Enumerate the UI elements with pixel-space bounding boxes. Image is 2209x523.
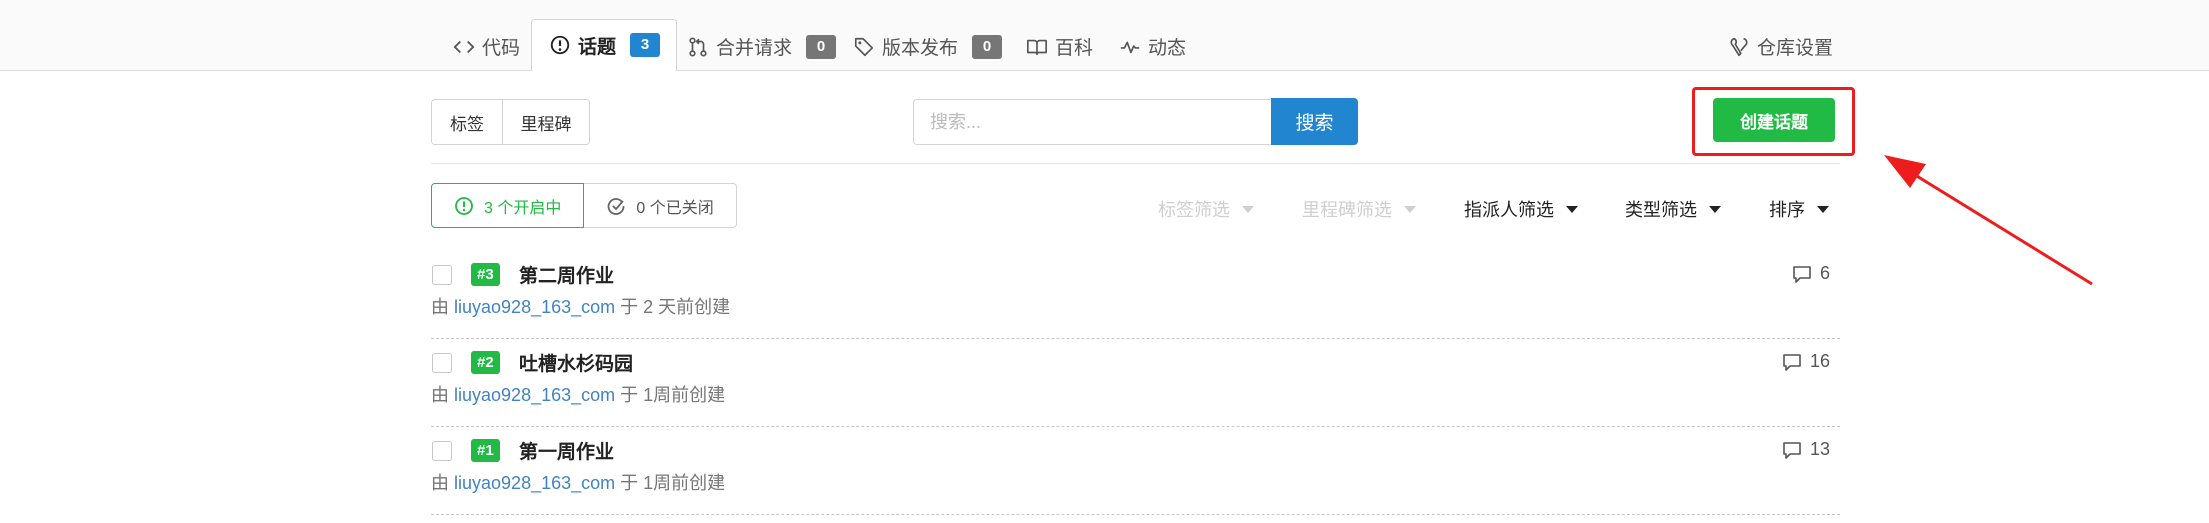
issue-by-label: 由 [431,385,449,405]
issue-checkbox[interactable] [432,265,452,285]
issue-title-link[interactable]: 第一周作业 [519,437,614,464]
pulse-icon [1118,35,1142,59]
issue-author-link[interactable]: liuyao928_163_com [454,385,615,405]
tab-releases[interactable]: 版本发布 0 [852,22,1003,71]
labels-button[interactable]: 标签 [432,100,502,144]
assignee-filter-label: 指派人筛选 [1464,200,1554,220]
toolbar-divider [431,163,1840,164]
book-icon [1025,35,1049,59]
pulls-count-badge: 0 [806,34,837,59]
comments-count-value: 13 [1809,439,1830,459]
closed-issues-label: 0 个已关闭 [636,199,714,217]
issue-meta: 由 liuyao928_163_com 于 1周前创建 [431,381,725,407]
annotation-arrow [1884,155,2093,286]
milestones-button[interactable]: 里程碑 [502,100,589,144]
labels-milestones-group: 标签 里程碑 [431,99,590,145]
issue-icon [548,33,572,57]
sort-dropdown[interactable]: 排序 [1769,196,1829,222]
releases-count-badge: 0 [972,34,1003,59]
issue-time: 于 1周前创建 [620,385,726,405]
issue-closed-icon [606,196,626,216]
tab-issues-label: 话题 [578,36,617,58]
chevron-down-icon [1242,205,1254,213]
comments-count-value: 6 [1819,263,1830,283]
open-issues-label: 3 个开启中 [484,199,562,217]
milestone-filter-dropdown[interactable]: 里程碑筛选 [1302,196,1416,222]
type-filter-label: 类型筛选 [1625,200,1697,220]
issue-state-toggle: 3 个开启中 0 个已关闭 [431,183,737,228]
type-filter-dropdown[interactable]: 类型筛选 [1625,196,1721,222]
repo-tab-bar: 代码 话题 3 合并请求 0 版本发布 0 百科 动态 仓库设置 [0,0,2209,71]
tab-code-label: 代码 [482,38,521,59]
comment-icon [1793,265,1811,283]
tab-issues[interactable]: 话题 3 [531,19,678,71]
issues-count-badge: 3 [630,33,661,57]
issue-author-link[interactable]: liuyao928_163_com [454,473,615,493]
issue-row[interactable]: #1 第一周作业 由 liuyao928_163_com 于 1周前创建 13 [431,427,1840,515]
chevron-down-icon [1709,205,1721,213]
issue-title-link[interactable]: 吐槽水杉码园 [519,349,633,376]
tab-settings-label: 仓库设置 [1757,38,1834,59]
chevron-down-icon [1817,205,1829,213]
issue-row[interactable]: #2 吐槽水杉码园 由 liuyao928_163_com 于 1周前创建 16 [431,339,1840,427]
chevron-down-icon [1404,205,1416,213]
issue-author-link[interactable]: liuyao928_163_com [454,297,615,317]
pull-request-icon [686,35,710,59]
issue-by-label: 由 [431,297,449,317]
code-icon [452,35,476,59]
label-filter-label: 标签筛选 [1158,200,1230,220]
tab-code[interactable]: 代码 [452,22,520,71]
issue-time: 于 1周前创建 [620,473,726,493]
issue-meta: 由 liuyao928_163_com 于 1周前创建 [431,469,725,495]
tab-settings[interactable]: 仓库设置 [1727,22,1833,71]
chevron-down-icon [1566,205,1578,213]
issue-time: 于 2 天前创建 [620,297,731,317]
comment-icon [1783,441,1801,459]
tag-icon [852,35,876,59]
search-button[interactable]: 搜索 [1271,98,1358,145]
sort-label: 排序 [1769,200,1805,220]
issue-open-icon [454,196,474,216]
issue-number-badge: #2 [471,351,500,374]
open-issues-tab[interactable]: 3 个开启中 [431,183,585,228]
tab-wiki-label: 百科 [1055,38,1094,59]
comment-icon [1783,353,1801,371]
tab-activity[interactable]: 动态 [1118,22,1186,71]
create-issue-button[interactable]: 创建话题 [1713,98,1835,142]
issue-checkbox[interactable] [432,353,452,373]
tab-releases-label: 版本发布 [882,38,959,59]
tools-icon [1727,35,1751,59]
issue-number-badge: #3 [471,263,500,286]
issue-title-link[interactable]: 第二周作业 [519,261,614,288]
issue-checkbox[interactable] [432,441,452,461]
search-input[interactable] [913,99,1271,145]
tab-activity-label: 动态 [1148,38,1187,59]
label-filter-dropdown[interactable]: 标签筛选 [1158,196,1254,222]
milestone-filter-label: 里程碑筛选 [1302,200,1392,220]
tab-pull-requests-label: 合并请求 [716,38,793,59]
tab-pull-requests[interactable]: 合并请求 0 [686,22,837,71]
issue-comments-count[interactable]: 13 [1782,439,1830,460]
tab-wiki[interactable]: 百科 [1025,22,1093,71]
comments-count-value: 16 [1809,351,1830,371]
assignee-filter-dropdown[interactable]: 指派人筛选 [1464,196,1578,222]
issue-comments-count[interactable]: 6 [1792,263,1830,284]
issue-row[interactable]: #3 第二周作业 由 liuyao928_163_com 于 2 天前创建 6 [431,251,1840,339]
issue-number-badge: #1 [471,439,500,462]
issue-meta: 由 liuyao928_163_com 于 2 天前创建 [431,293,730,319]
issue-by-label: 由 [431,473,449,493]
issue-comments-count[interactable]: 16 [1782,351,1830,372]
closed-issues-tab[interactable]: 0 个已关闭 [584,183,737,228]
